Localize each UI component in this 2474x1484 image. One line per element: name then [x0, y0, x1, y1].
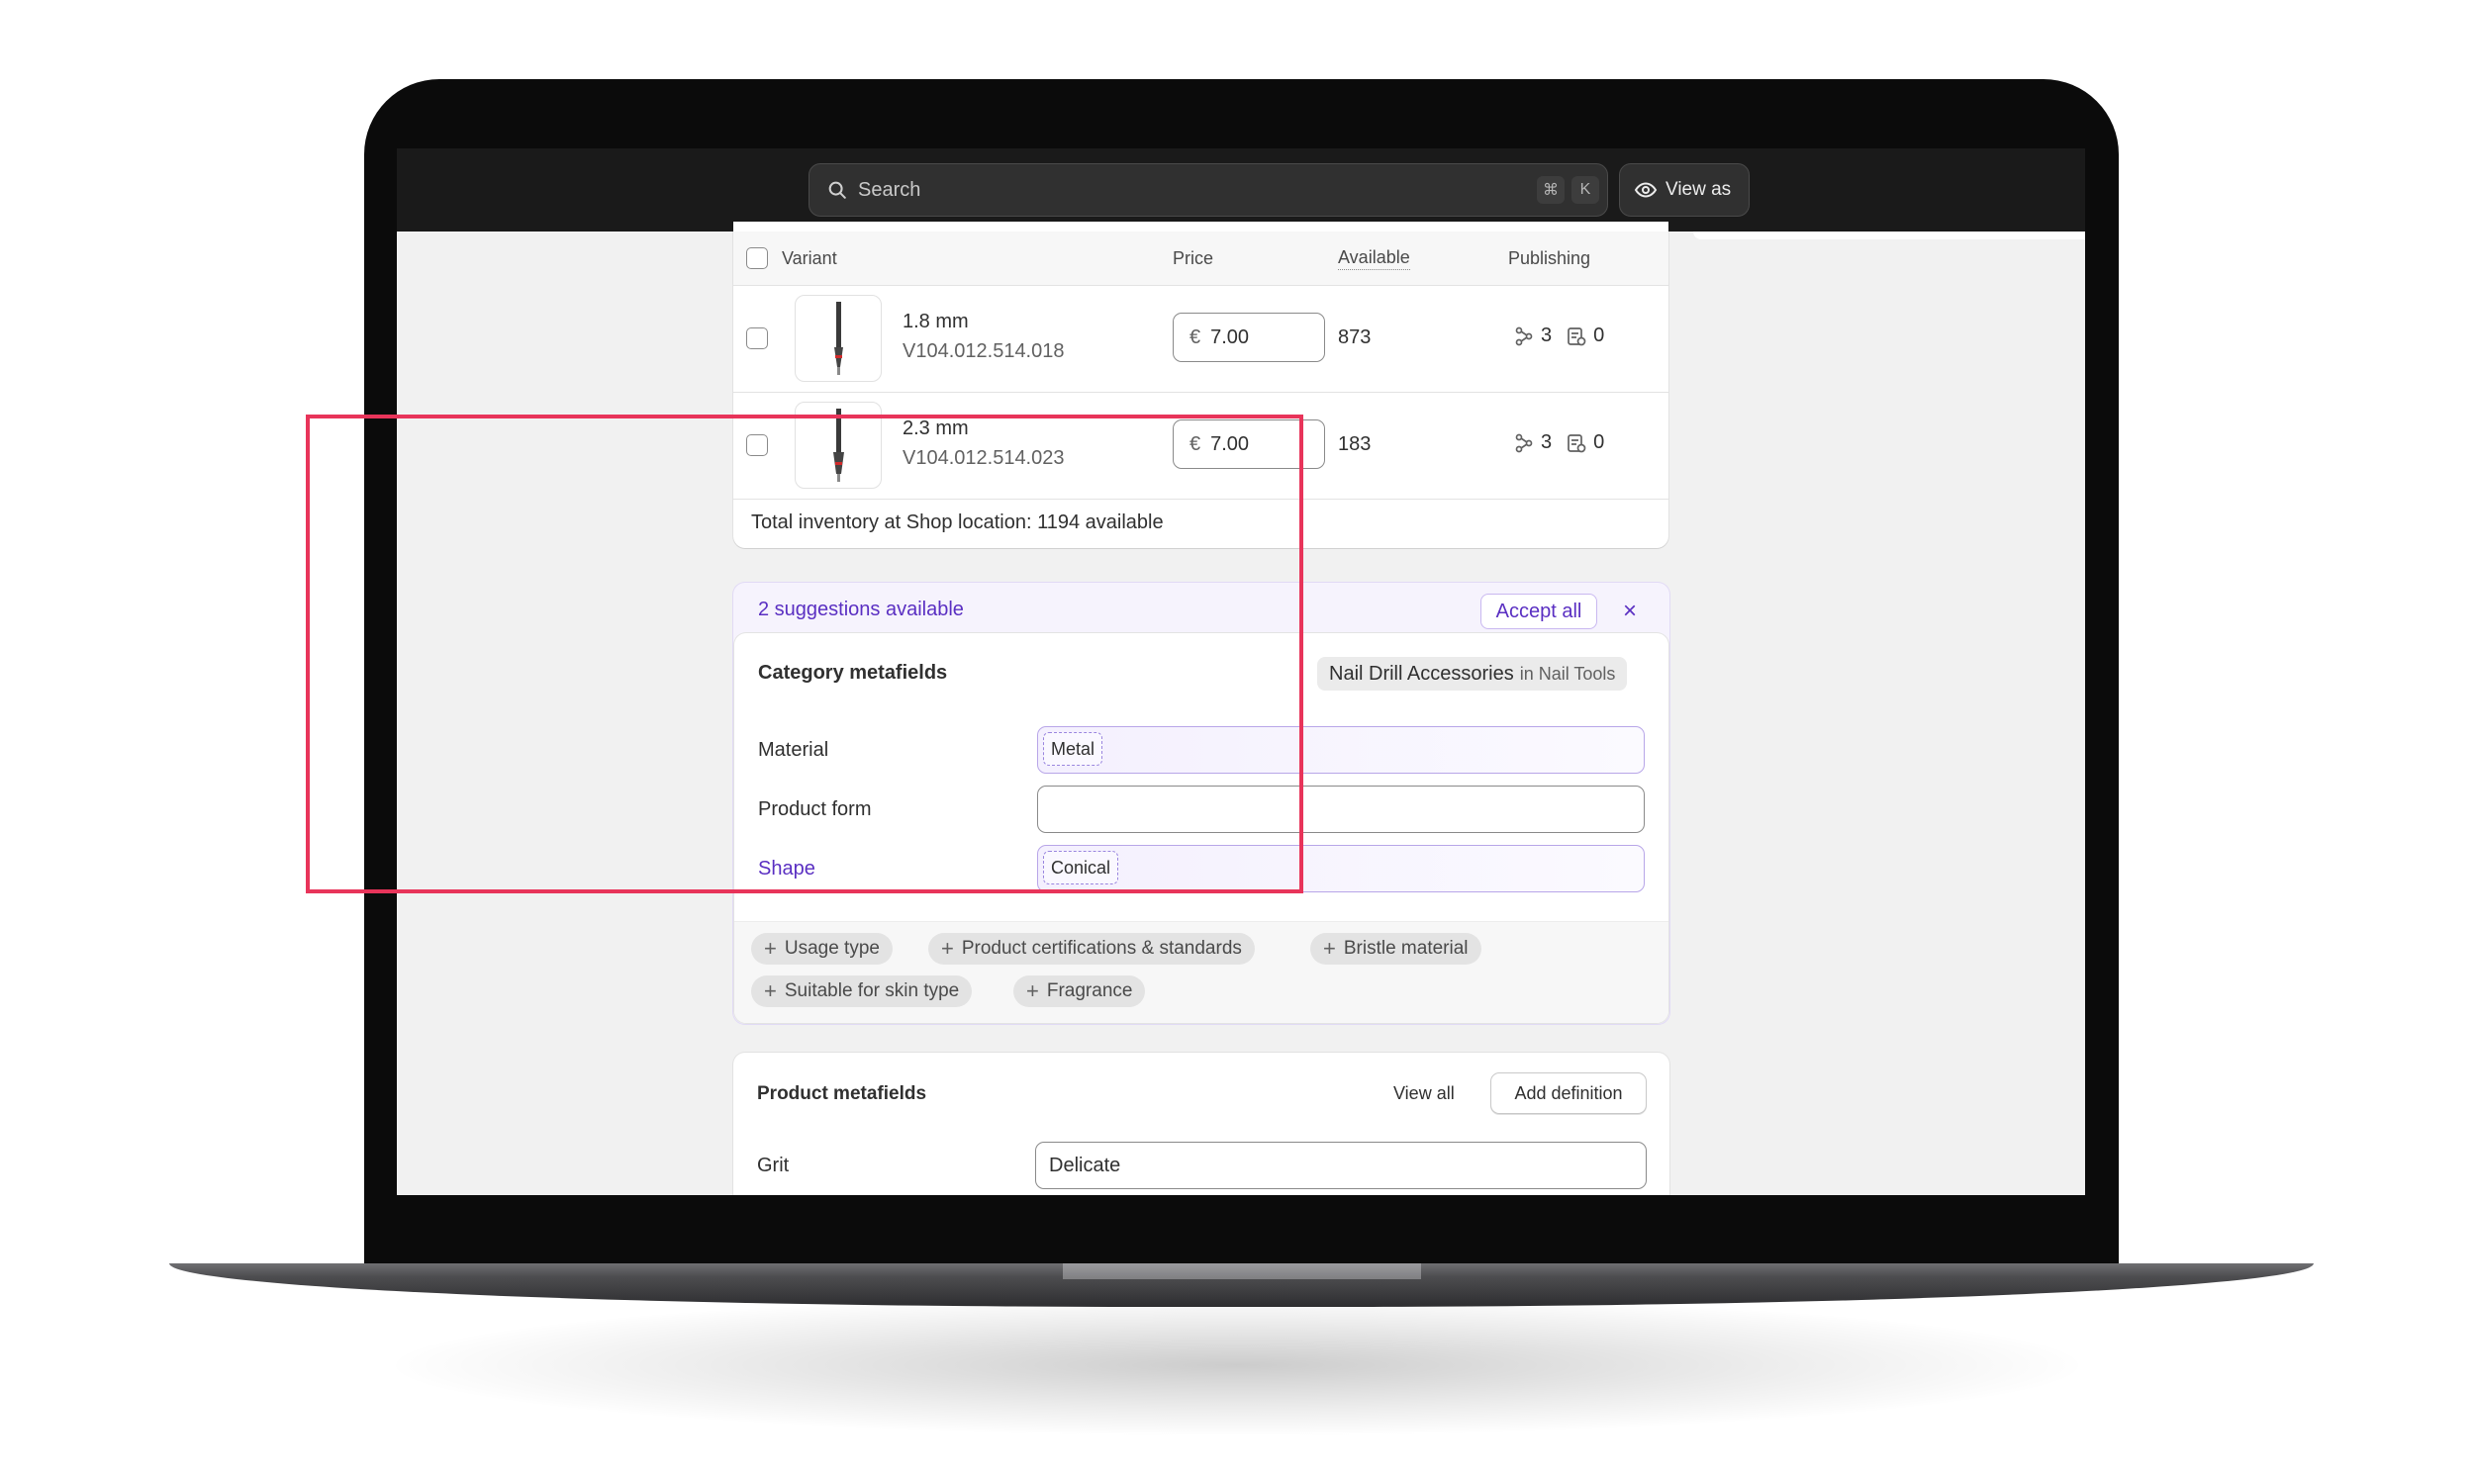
shortcut-cmd-key: ⌘ — [1537, 176, 1565, 204]
available-count[interactable]: 183 — [1338, 433, 1371, 456]
chip-label: Fragrance — [1046, 980, 1133, 1001]
plus-icon: + — [764, 936, 777, 961]
highlight-frame — [306, 415, 1303, 893]
product-metafields-title: Product metafields — [757, 1083, 927, 1104]
product-metafields-card: Product metafields View all Add definiti… — [733, 1053, 1669, 1195]
available-count[interactable]: 873 — [1338, 326, 1371, 349]
publishing-status[interactable]: 3 0 — [1513, 431, 1604, 454]
close-icon[interactable]: × — [1615, 597, 1645, 626]
shortcut-k-key: K — [1571, 176, 1599, 204]
top-bar: Search ⌘ K View as — [397, 148, 2085, 232]
currency-symbol: € — [1189, 325, 1201, 348]
chip-label: Usage type — [784, 938, 880, 959]
view-as-button[interactable]: View as — [1619, 163, 1750, 217]
column-price: Price — [1173, 248, 1214, 268]
catalogs-icon — [1568, 433, 1586, 452]
plus-icon: + — [1323, 936, 1336, 961]
add-skin-type-chip[interactable]: + Suitable for skin type — [751, 975, 973, 1007]
add-fragrance-chip[interactable]: + Fragrance — [1013, 975, 1146, 1007]
chip-label: Suitable for skin type — [784, 980, 960, 1001]
add-certifications-chip[interactable]: + Product certifications & standards — [928, 933, 1255, 965]
column-available[interactable]: Available — [1338, 247, 1410, 270]
plus-icon: + — [1026, 978, 1039, 1003]
variant-row[interactable]: 1.8 mm V104.012.514.018 € 7.00 873 3 0 — [733, 285, 1668, 393]
eye-icon — [1634, 182, 1658, 198]
category-name: Nail Drill Accessories — [1329, 662, 1514, 685]
variant-sku: V104.012.514.018 — [903, 340, 1065, 362]
chip-label: Bristle material — [1343, 938, 1469, 959]
channels-count: 3 — [1541, 431, 1553, 453]
column-variant: Variant — [782, 248, 837, 268]
variants-table-header: Variant Price Available Publishing — [733, 232, 1668, 286]
add-usage-type-chip[interactable]: + Usage type — [751, 933, 893, 965]
variant-thumbnail — [795, 295, 882, 382]
channels-count: 3 — [1541, 325, 1553, 346]
plus-icon: + — [941, 936, 954, 961]
view-all-link[interactable]: View all — [1393, 1083, 1455, 1104]
add-bristle-material-chip[interactable]: + Bristle material — [1310, 933, 1481, 965]
search-placeholder: Search — [858, 178, 921, 201]
field-label-grit: Grit — [757, 1155, 790, 1176]
channels-icon — [1515, 326, 1533, 345]
catalogs-count: 0 — [1593, 431, 1605, 453]
accept-all-button[interactable]: Accept all — [1480, 594, 1597, 629]
select-all-checkbox[interactable] — [746, 247, 768, 269]
add-definition-button[interactable]: Add definition — [1490, 1072, 1647, 1114]
drill-bit-image — [834, 302, 843, 375]
grit-value: Delicate — [1049, 1154, 1121, 1176]
price-value: 7.00 — [1210, 325, 1250, 348]
catalogs-icon — [1568, 326, 1586, 345]
category-parent: in Nail Tools — [1519, 663, 1616, 684]
chip-label: Product certifications & standards — [961, 938, 1242, 959]
search-icon — [828, 181, 846, 199]
publishing-status[interactable]: 3 0 — [1513, 325, 1604, 347]
laptop-shadow — [396, 1296, 2078, 1435]
column-publishing: Publishing — [1508, 248, 1591, 268]
search-bar[interactable]: Search ⌘ K — [809, 163, 1608, 217]
laptop-notch — [1063, 1263, 1421, 1279]
grit-field[interactable]: Delicate — [1035, 1142, 1647, 1189]
side-panel-edge — [1693, 232, 2085, 239]
plus-icon: + — [764, 978, 777, 1003]
channels-icon — [1515, 433, 1533, 452]
view-as-label: View as — [1665, 179, 1732, 200]
category-chip[interactable]: Nail Drill Accessories in Nail Tools — [1317, 657, 1628, 691]
variant-name[interactable]: 1.8 mm — [903, 311, 969, 333]
price-input[interactable]: € 7.00 — [1173, 313, 1325, 362]
variant-checkbox[interactable] — [746, 327, 768, 349]
add-metafield-chips: + Usage type + Product certifications & st… — [734, 921, 1668, 1023]
catalogs-count: 0 — [1593, 325, 1605, 346]
